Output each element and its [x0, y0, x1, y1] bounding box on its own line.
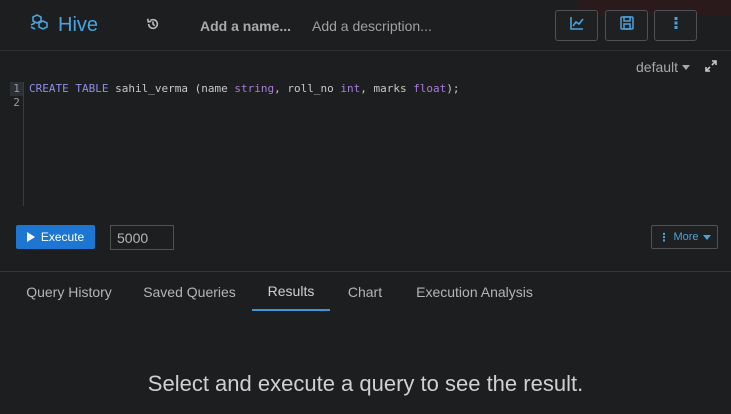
code-text: );: [446, 82, 460, 95]
more-button[interactable]: ⋮ More: [651, 225, 718, 249]
history-button[interactable]: [144, 17, 162, 35]
code-type: string: [234, 82, 275, 95]
play-icon: [26, 232, 35, 242]
expand-button[interactable]: [704, 59, 718, 73]
hive-logo-icon: [28, 11, 52, 40]
more-label: More: [673, 231, 699, 243]
database-selector-label: default: [636, 59, 679, 75]
more-options-button[interactable]: [654, 10, 697, 41]
editor-header: Hive Add a name... Add a description...: [0, 0, 731, 51]
history-icon: [146, 17, 160, 36]
chart-icon: [569, 15, 585, 36]
execute-label: Execute: [40, 230, 85, 244]
code-keyword: TABLE: [75, 82, 109, 95]
code-line[interactable]: CREATE TABLE sahil_verma (name string, r…: [29, 82, 460, 96]
line-number: 2: [13, 96, 20, 109]
app-name: Hive: [58, 13, 99, 36]
app-logo[interactable]: Hive: [28, 10, 98, 40]
tab-chart[interactable]: Chart: [334, 272, 396, 311]
tab-query-history[interactable]: Query History: [14, 272, 124, 311]
code-text: , marks: [360, 82, 414, 95]
code-text: , roll_no: [274, 82, 341, 95]
expand-icon: [704, 60, 718, 77]
code-type: float: [413, 82, 447, 95]
query-description-field[interactable]: Add a description...: [312, 18, 432, 34]
chart-button[interactable]: [555, 10, 598, 41]
sql-editor[interactable]: 1 2 CREATE TABLE sahil_verma (name strin…: [10, 82, 710, 206]
vertical-dots-icon: ⋮: [658, 231, 670, 244]
tab-saved-queries[interactable]: Saved Queries: [133, 272, 246, 311]
database-selector[interactable]: default: [636, 59, 691, 75]
code-keyword: CREATE: [29, 82, 69, 95]
save-icon: [619, 15, 635, 36]
result-tabs: Query History Saved Queries Results Char…: [0, 272, 731, 312]
row-limit-input[interactable]: [110, 225, 174, 250]
chevron-down-icon: [682, 64, 691, 70]
code-type: int: [340, 82, 361, 95]
query-name-field[interactable]: Add a name...: [200, 18, 291, 34]
code-text: sahil_verma (name: [108, 82, 235, 95]
chevron-down-icon: [702, 234, 711, 240]
line-gutter: 1 2: [10, 82, 24, 206]
save-button[interactable]: [605, 10, 648, 41]
execute-button[interactable]: Execute: [16, 225, 95, 249]
results-empty-message: Select and execute a query to see the re…: [147, 371, 584, 396]
line-number: 1: [10, 82, 23, 96]
tab-results[interactable]: Results: [252, 272, 330, 311]
tab-execution-analysis[interactable]: Execution Analysis: [404, 272, 545, 311]
more-vertical-icon: [668, 15, 684, 36]
